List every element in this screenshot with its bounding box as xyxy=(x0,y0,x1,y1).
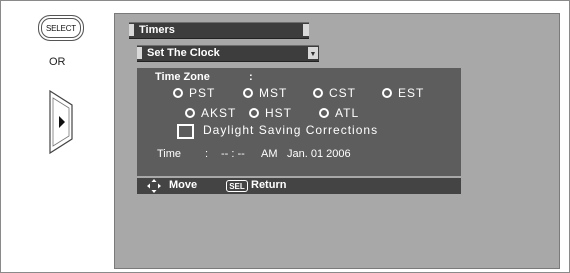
tz-option-akst[interactable]: AKST xyxy=(185,106,236,120)
tv-screen: Timers Set The Clock ▼ Time Zone : PST M… xyxy=(114,13,560,269)
radio-icon xyxy=(249,108,259,118)
radio-icon xyxy=(243,88,253,98)
tz-option-atl[interactable]: ATL xyxy=(319,106,359,120)
right-arrow-icon xyxy=(49,89,73,155)
move-arrows-icon xyxy=(147,179,161,193)
radio-icon xyxy=(185,108,195,118)
time-zone-label: Time Zone xyxy=(155,71,210,83)
sel-badge: SEL xyxy=(226,180,248,192)
tz-option-cst[interactable]: CST xyxy=(313,86,356,100)
radio-icon xyxy=(173,88,183,98)
time-ampm[interactable]: AM xyxy=(261,148,278,160)
set-clock-panel: Time Zone : PST MST CST EST AKST HST ATL… xyxy=(137,68,461,176)
return-label: Return xyxy=(251,179,287,191)
tz-option-label: MST xyxy=(259,86,288,100)
menu-set-clock-label: Set The Clock xyxy=(147,47,220,59)
menu-marker xyxy=(129,24,134,36)
menu-timers-label: Timers xyxy=(139,24,175,36)
tz-option-mst[interactable]: MST xyxy=(243,86,287,100)
tz-option-pst[interactable]: PST xyxy=(173,86,215,100)
menu-marker xyxy=(303,24,309,36)
move-label: Move xyxy=(169,179,198,191)
radio-icon xyxy=(382,88,392,98)
tz-option-label: AKST xyxy=(201,106,237,120)
daylight-saving-label: Daylight Saving Corrections xyxy=(203,123,379,137)
select-button[interactable]: SELECT xyxy=(38,15,84,41)
tz-option-est[interactable]: EST xyxy=(382,86,424,100)
tz-option-label: HST xyxy=(265,106,292,120)
menu-marker xyxy=(137,47,142,59)
time-value[interactable]: -- : -- xyxy=(221,148,245,160)
instruction-frame: SELECT OR Timers Set The Clock ▼ Time Zo… xyxy=(0,0,570,273)
or-label: OR xyxy=(49,56,66,68)
menu-set-clock-bar[interactable]: Set The Clock ▼ xyxy=(137,45,319,62)
tz-option-label: PST xyxy=(189,86,216,100)
footer-help-bar: Move SEL Return xyxy=(137,178,461,194)
dropdown-arrow-icon: ▼ xyxy=(308,47,318,59)
select-button-label: SELECT xyxy=(46,23,76,33)
radio-icon xyxy=(313,88,323,98)
tz-option-label: CST xyxy=(329,86,356,100)
daylight-saving-checkbox[interactable] xyxy=(177,124,194,139)
date-value[interactable]: Jan. 01 2006 xyxy=(287,148,351,160)
tz-option-label: EST xyxy=(398,86,425,100)
right-arrow-button[interactable] xyxy=(47,89,75,155)
tz-option-hst[interactable]: HST xyxy=(249,106,292,120)
time-label: Time xyxy=(157,148,182,160)
radio-icon xyxy=(319,108,329,118)
tz-option-label: ATL xyxy=(335,106,360,120)
menu-timers-bar[interactable]: Timers xyxy=(129,22,309,39)
time-zone-colon: : xyxy=(249,71,253,83)
time-colon: : xyxy=(205,148,209,160)
